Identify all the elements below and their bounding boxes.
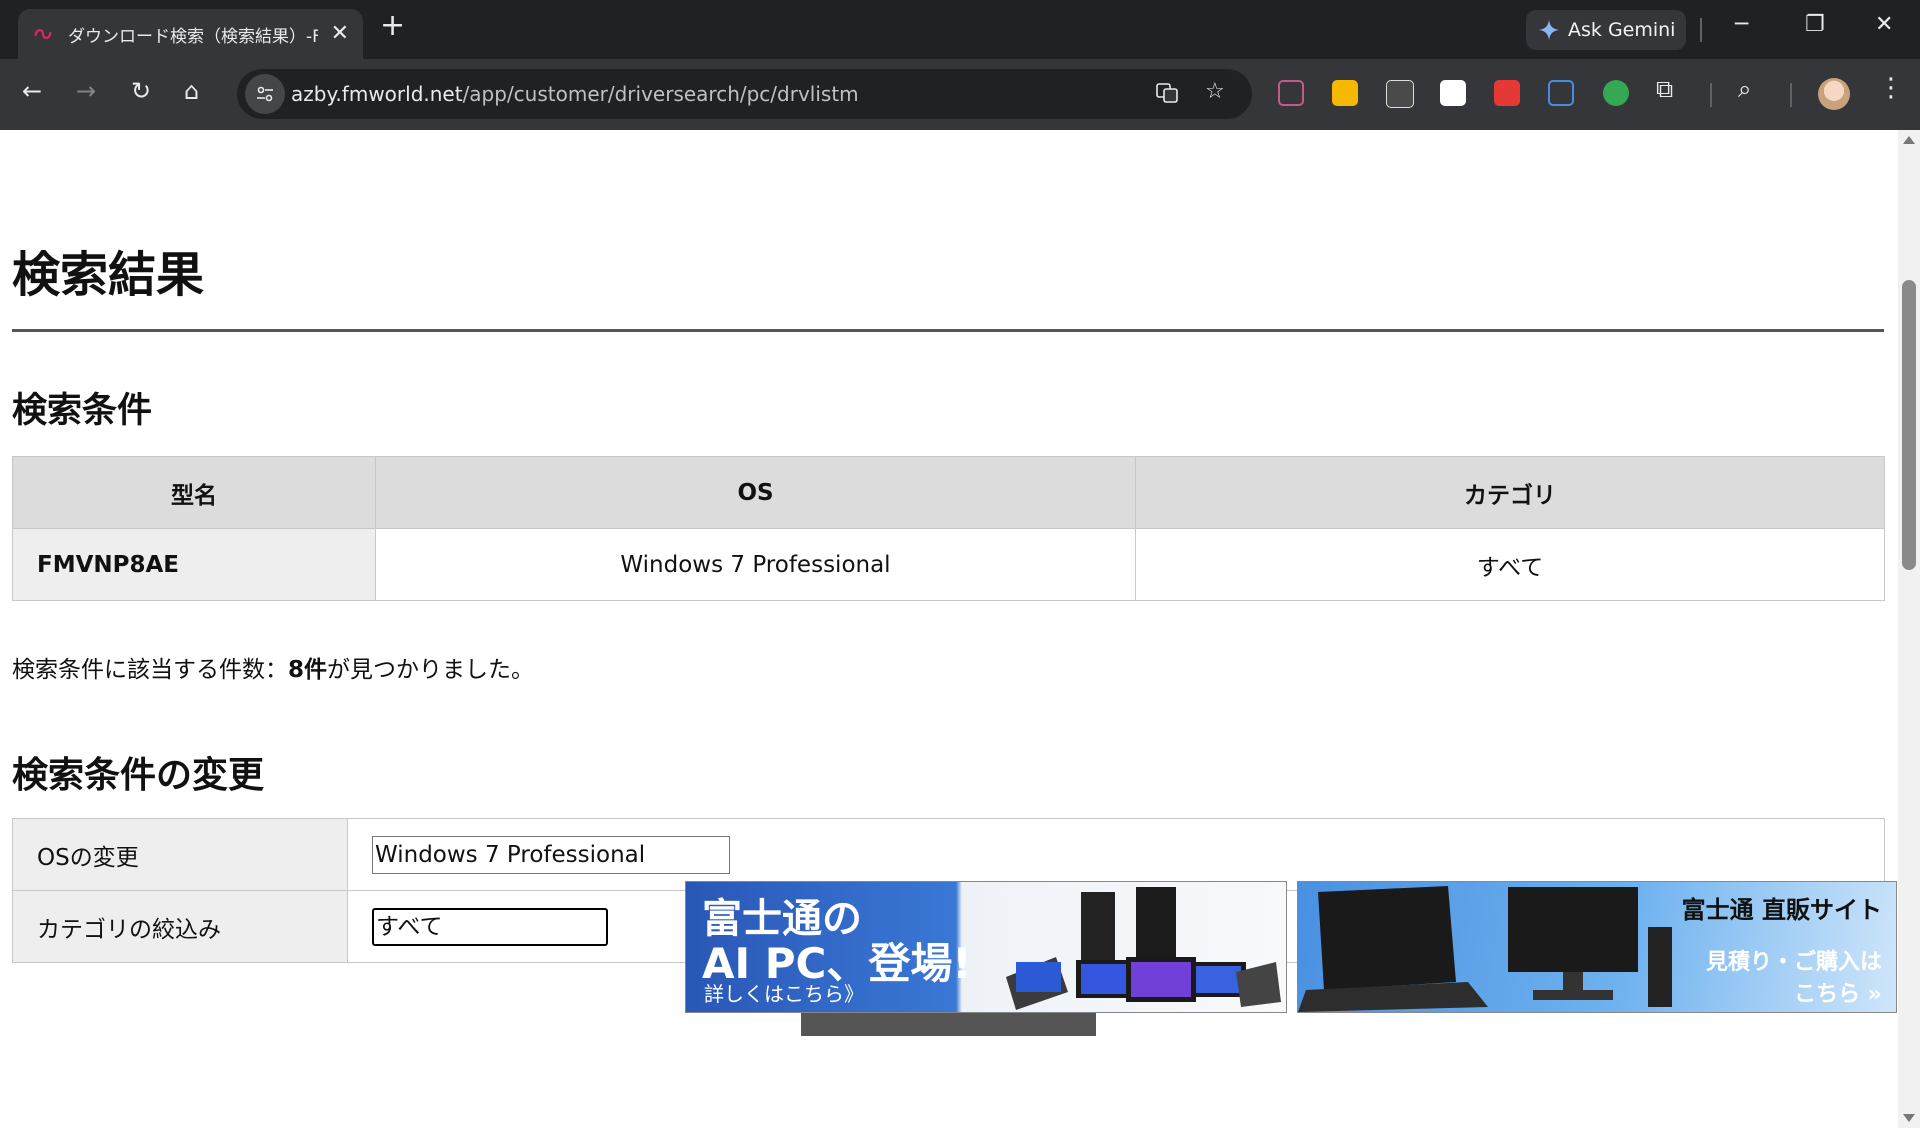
minimize-icon[interactable]: ─: [1735, 14, 1748, 36]
header-category: カテゴリ: [1135, 456, 1885, 529]
back-arrow-icon[interactable]: ←: [22, 79, 42, 103]
bookmark-star-icon[interactable]: ☆: [1205, 81, 1225, 103]
ad1-line3: 詳しくはこちら》: [704, 982, 864, 1006]
os-change-label: OSの変更: [12, 818, 348, 891]
extension-bag-icon[interactable]: [1548, 80, 1574, 106]
ad2-line2: 見積り・ご購入は: [1705, 950, 1882, 975]
ad2-line3: こちら »: [1794, 982, 1882, 1007]
tab-title: ダウンロード検索（検索結果）-FMV: [68, 26, 318, 47]
browser-toolbar: ← → ↻ ⌂ azby.fmworld.net/app/customer/dr…: [0, 59, 1920, 130]
heading-divider: [12, 329, 1884, 332]
ad2-line1: 富士通 直販サイト: [1681, 896, 1882, 924]
translate-icon[interactable]: [1155, 81, 1179, 110]
vertical-scrollbar[interactable]: [1898, 130, 1920, 1128]
divider: [1790, 83, 1792, 107]
profile-avatar[interactable]: [1818, 78, 1850, 110]
tab-strip: ダウンロード検索（検索結果）-FMV ✕ + Ask Gemini ─ ❐ ✕: [0, 0, 1920, 59]
site-settings-icon[interactable]: [245, 74, 285, 114]
reload-icon[interactable]: ↻: [131, 79, 151, 103]
url-text: azby.fmworld.net/app/customer/driversear…: [291, 82, 859, 106]
condition-table: 型名 OS カテゴリ FMVNP8AE Windows 7 Profession…: [12, 456, 1885, 601]
header-os: OS: [375, 456, 1136, 529]
gemini-sparkle-icon: [1538, 19, 1560, 41]
category-select[interactable]: すべて: [372, 907, 608, 946]
cell-os: Windows 7 Professional: [375, 528, 1136, 601]
scroll-up-arrow-icon[interactable]: [1903, 136, 1915, 144]
new-tab-button[interactable]: +: [380, 11, 405, 41]
category-filter-label: カテゴリの絞込み: [12, 890, 348, 963]
header-model: 型名: [12, 456, 376, 529]
close-window-icon[interactable]: ✕: [1875, 14, 1893, 36]
address-bar[interactable]: azby.fmworld.net/app/customer/driversear…: [237, 69, 1252, 119]
divider: [1700, 18, 1702, 42]
laptop-desktop-image: [1298, 886, 1672, 1012]
forward-arrow-icon[interactable]: →: [76, 79, 96, 103]
notion-icon[interactable]: [1440, 80, 1466, 106]
extension-tv-icon[interactable]: [1278, 80, 1304, 106]
extension-translate-icon[interactable]: [1494, 80, 1520, 106]
pc-lineup-image: [1006, 887, 1281, 1010]
restore-icon[interactable]: ❐: [1805, 14, 1825, 36]
condition-heading: 検索条件: [12, 391, 153, 431]
result-heading: 検索結果: [12, 247, 205, 303]
download-icon[interactable]: [1603, 80, 1629, 106]
ai-pc-ad-banner[interactable]: 富士通の AI PC、登場! 詳しくはこちら》: [685, 881, 1287, 1013]
cell-model: FMVNP8AE: [12, 528, 376, 601]
active-tab[interactable]: ダウンロード検索（検索結果）-FMV ✕: [18, 9, 363, 59]
form-row-os: OSの変更 Windows 7 Professional: [12, 818, 1885, 891]
fujitsu-favicon-icon: [34, 29, 52, 39]
direct-sales-ad-banner[interactable]: 富士通 直販サイト 見積り・ご購入は こちら »: [1297, 881, 1897, 1013]
result-count: 検索条件に該当する件数：8件が見つかりました。: [12, 657, 535, 683]
cell-category: すべて: [1135, 528, 1885, 601]
change-heading: 検索条件の変更: [12, 755, 265, 796]
table-row: FMVNP8AE Windows 7 Professional すべて: [12, 528, 1885, 601]
tab-search-icon[interactable]: ⌕: [1738, 77, 1751, 101]
scrollbar-thumb[interactable]: [1902, 280, 1916, 570]
extensions-puzzle-icon[interactable]: ⧉: [1656, 77, 1673, 101]
close-tab-icon[interactable]: ✕: [331, 23, 349, 45]
os-select[interactable]: Windows 7 Professional: [372, 835, 730, 874]
extension-glasses-icon[interactable]: [1386, 80, 1414, 108]
menu-kebab-icon[interactable]: ⋮: [1878, 75, 1904, 101]
result-count-value: 8件: [288, 657, 328, 683]
home-icon[interactable]: ⌂: [184, 79, 199, 103]
ask-gemini-button[interactable]: Ask Gemini: [1526, 10, 1686, 50]
scroll-down-arrow-icon[interactable]: [1903, 1114, 1915, 1122]
ask-gemini-label: Ask Gemini: [1568, 19, 1676, 41]
divider: [1710, 83, 1712, 107]
extension-keep-icon[interactable]: [1332, 80, 1358, 106]
table-header-row: 型名 OS カテゴリ: [12, 456, 1885, 529]
